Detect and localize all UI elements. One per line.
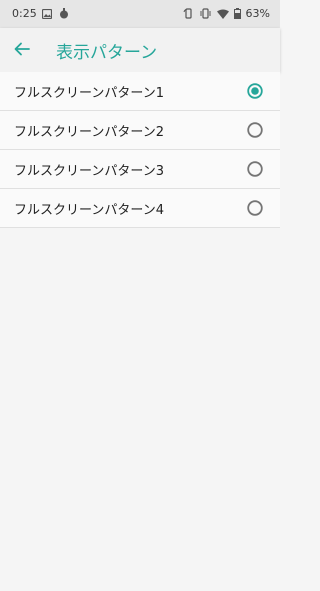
option-label: フルスクリーンパターン2 — [14, 125, 164, 140]
vibrate-icon — [199, 8, 212, 19]
radio-unselected-icon[interactable] — [247, 161, 263, 177]
option-row-1[interactable]: フルスクリーンパターン1 — [0, 72, 280, 111]
rotate-icon — [183, 8, 194, 19]
status-bar: 0:25 63% — [0, 0, 280, 28]
app-bar: 表示パターン — [0, 28, 280, 72]
status-system-icons: 63% — [183, 7, 270, 20]
radio-unselected-icon[interactable] — [247, 200, 263, 216]
option-label: フルスクリーンパターン4 — [14, 203, 164, 218]
radio-selected-icon[interactable] — [247, 83, 263, 99]
status-notification-icons — [41, 8, 69, 22]
option-list: フルスクリーンパターン1 フルスクリーンパターン2 フルスクリーンパターン3 フ… — [0, 72, 280, 228]
arrow-left-icon — [14, 41, 30, 60]
option-row-3[interactable]: フルスクリーンパターン3 — [0, 150, 280, 189]
back-button[interactable] — [8, 36, 36, 64]
option-row-4[interactable]: フルスクリーンパターン4 — [0, 189, 280, 228]
radio-unselected-icon[interactable] — [247, 122, 263, 138]
image-icon — [41, 8, 53, 22]
status-time: 0:25 — [12, 7, 37, 20]
battery-percent: 63% — [245, 7, 270, 20]
option-label: フルスクリーンパターン3 — [14, 164, 164, 179]
option-row-2[interactable]: フルスクリーンパターン2 — [0, 111, 280, 150]
page-title: 表示パターン — [56, 43, 158, 63]
wifi-icon — [216, 9, 229, 19]
option-label: フルスクリーンパターン1 — [14, 86, 164, 101]
droplet-icon — [59, 8, 69, 22]
battery-icon — [233, 8, 241, 19]
